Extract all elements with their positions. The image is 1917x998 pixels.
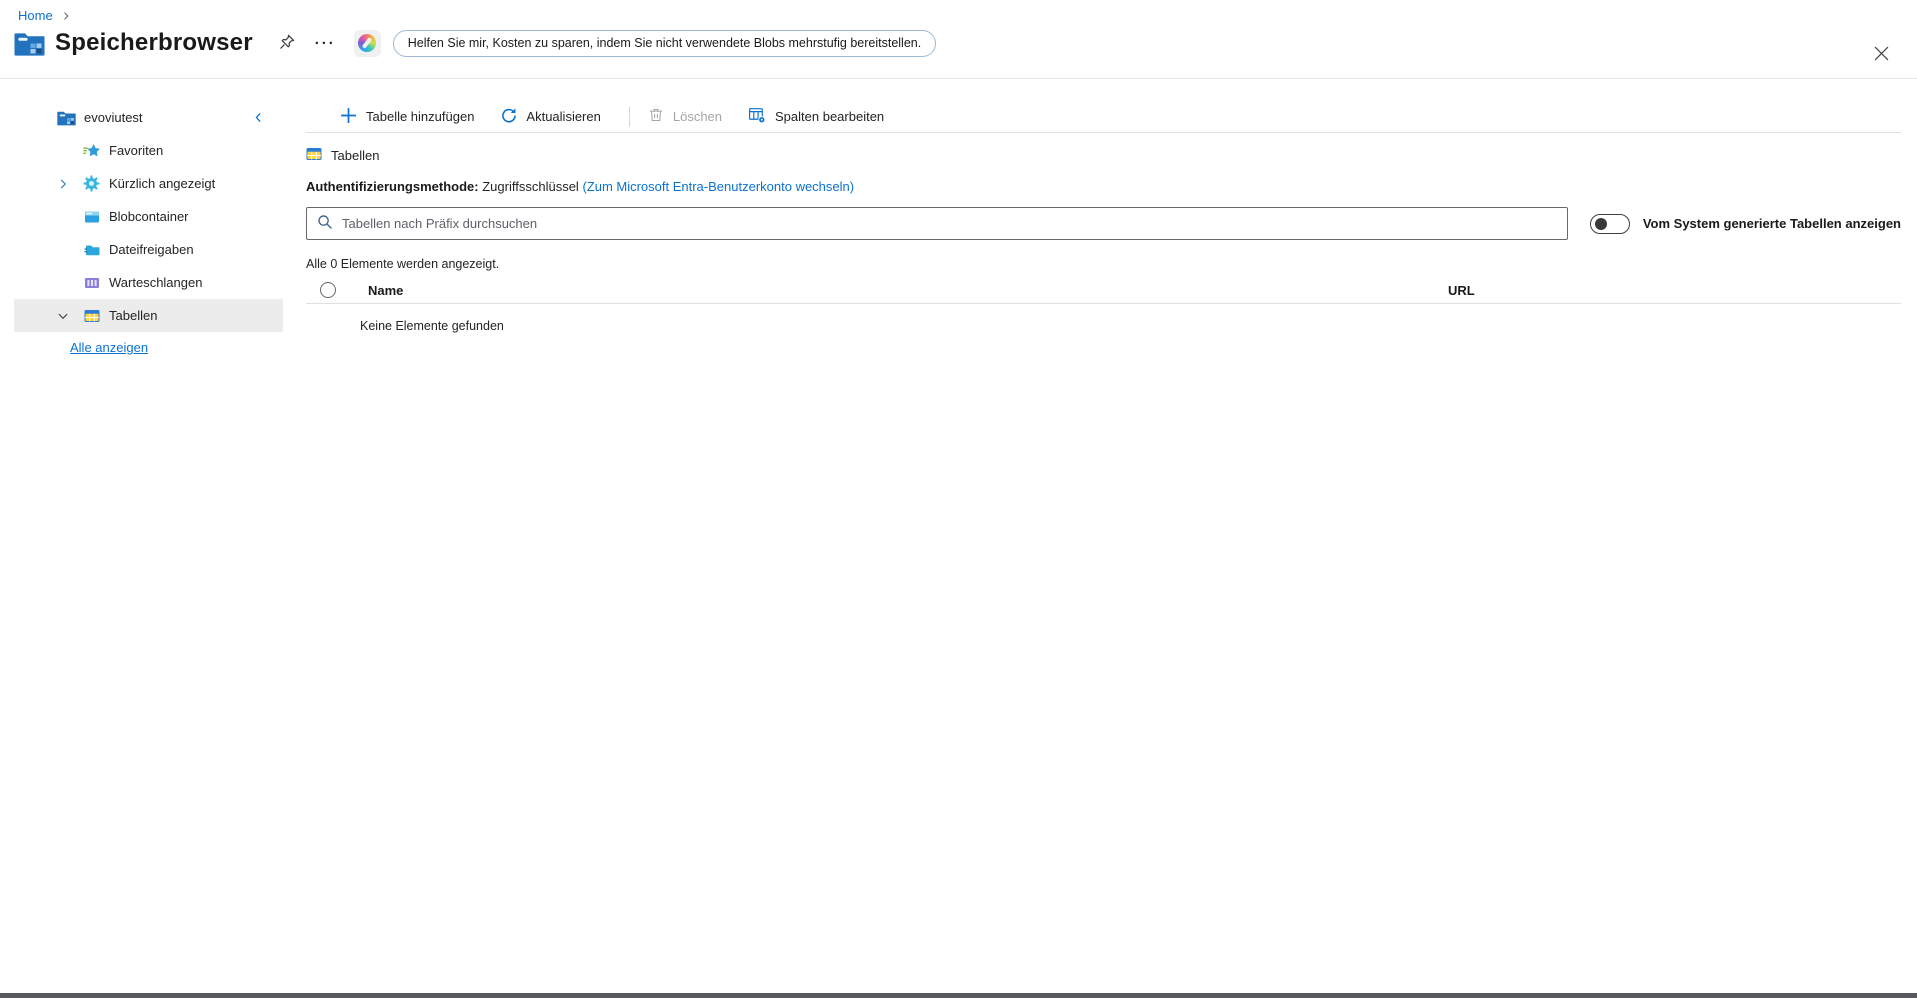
items-count: Alle 0 Elemente werden angezeigt. <box>306 257 1901 271</box>
search-input[interactable] <box>342 216 1557 231</box>
toolbar: Tabelle hinzufügen Aktualisieren Löschen <box>306 79 1901 133</box>
show-all-link[interactable]: Alle anzeigen <box>70 340 148 355</box>
edit-columns-button[interactable]: Spalten bearbeiten <box>742 101 890 132</box>
sidebar-account-evoviutest[interactable]: evoviutest <box>14 101 283 134</box>
title-row: Speicherbrowser ··· Helfen Sie mir, Kost… <box>14 29 936 57</box>
recently-viewed-gear-icon <box>82 175 101 192</box>
chevron-left-icon <box>252 111 265 127</box>
column-header-name[interactable]: Name <box>368 283 1448 298</box>
ellipsis-icon: ··· <box>315 35 336 52</box>
sidebar-item-warteschlangen[interactable]: Warteschlangen <box>14 266 283 299</box>
more-options-button[interactable]: ··· <box>311 31 340 56</box>
breadcrumb: Home <box>18 8 71 23</box>
favorites-star-icon <box>82 142 101 159</box>
sidebar-item-tabellen[interactable]: Tabellen <box>14 299 283 332</box>
chevron-right-icon[interactable] <box>57 178 82 190</box>
system-tables-toggle[interactable] <box>1590 214 1630 234</box>
sidebar-item-kuerzlich-angezeigt[interactable]: Kürzlich angezeigt <box>14 167 283 200</box>
storage-account-icon <box>57 110 76 126</box>
auth-method-label: Authentifizierungsmethode: <box>306 179 479 194</box>
pin-icon <box>279 34 295 53</box>
refresh-button[interactable]: Aktualisieren <box>494 102 606 132</box>
filter-row: Vom System generierte Tabellen anzeigen <box>306 207 1901 240</box>
switch-entra-account-link[interactable]: (Zum Microsoft Entra-Benutzerkonto wechs… <box>582 179 854 194</box>
bottom-bar <box>0 993 1917 998</box>
page-header: Home Speicherbrowser <box>0 0 1917 79</box>
select-all-checkbox[interactable] <box>320 282 336 298</box>
file-share-icon <box>82 242 101 258</box>
section-header: Tabellen <box>306 145 1901 165</box>
table-header-row: Name URL <box>306 277 1901 304</box>
chevron-right-icon <box>61 11 71 21</box>
account-name: evoviutest <box>84 110 143 125</box>
auth-method-row: Authentifizierungsmethode: Zugriffsschlü… <box>306 179 1901 197</box>
section-title: Tabellen <box>331 148 379 163</box>
close-icon <box>1874 46 1889 64</box>
empty-state-text: Keine Elemente gefunden <box>306 319 1901 333</box>
copilot-suggestion-pill[interactable]: Helfen Sie mir, Kosten zu sparen, indem … <box>393 30 936 57</box>
blob-container-icon <box>82 209 101 225</box>
sidebar: evoviutest Favoriten <box>0 79 283 993</box>
system-tables-toggle-label: Vom System generierte Tabellen anzeigen <box>1643 216 1901 231</box>
copilot-suggestion-text: Helfen Sie mir, Kosten zu sparen, indem … <box>408 36 921 50</box>
copilot-button[interactable] <box>354 30 381 57</box>
pin-button[interactable] <box>275 30 299 57</box>
edit-columns-icon <box>748 106 766 127</box>
close-button[interactable] <box>1870 42 1893 68</box>
toolbar-divider <box>629 107 630 127</box>
table-icon <box>306 146 322 165</box>
search-icon <box>317 214 333 233</box>
add-table-button[interactable]: Tabelle hinzufügen <box>334 102 480 132</box>
sidebar-item-dateifreigaben[interactable]: Dateifreigaben <box>14 233 283 266</box>
main-content: Tabelle hinzufügen Aktualisieren Löschen <box>306 79 1901 333</box>
toggle-knob <box>1595 218 1607 230</box>
plus-icon <box>340 107 357 127</box>
page-title: Speicherbrowser <box>55 29 253 57</box>
sidebar-item-blobcontainer[interactable]: Blobcontainer <box>14 200 283 233</box>
breadcrumb-home-link[interactable]: Home <box>18 8 53 23</box>
table-icon <box>82 308 101 324</box>
delete-button[interactable]: Löschen <box>642 102 728 131</box>
copilot-icon <box>358 34 376 52</box>
sidebar-item-favoriten[interactable]: Favoriten <box>14 134 283 167</box>
queue-icon <box>82 275 101 291</box>
refresh-icon <box>500 107 517 127</box>
storage-browser-icon <box>14 30 45 57</box>
trash-icon <box>648 107 664 126</box>
auth-method-value: Zugriffsschlüssel <box>482 179 579 194</box>
chevron-down-icon[interactable] <box>57 310 82 322</box>
sidebar-collapse-button[interactable] <box>248 107 269 131</box>
column-header-url[interactable]: URL <box>1448 283 1475 298</box>
search-box <box>306 207 1568 240</box>
